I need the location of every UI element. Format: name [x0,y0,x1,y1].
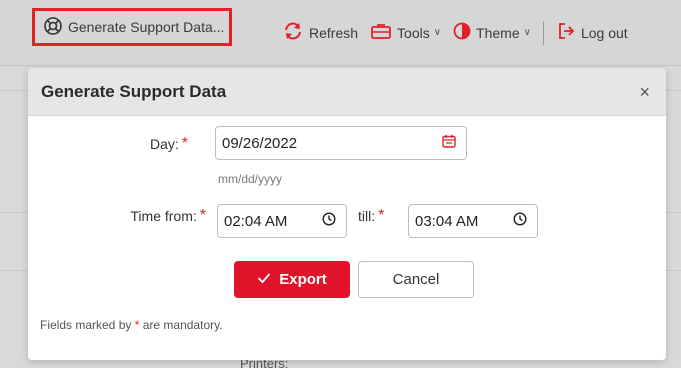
required-mark: * [134,318,140,332]
refresh-label: Refresh [309,24,359,41]
lifebuoy-icon [43,16,68,39]
refresh-icon [282,21,309,44]
export-button[interactable]: Export [234,261,350,298]
refresh-button[interactable]: Refresh [276,16,364,50]
generate-support-data-dialog: Generate Support Data × Day: * 09/26/202… [28,68,666,360]
time-from-value: 02:04 AM [224,212,288,230]
day-label-group: Day: * [28,127,188,161]
logout-icon [556,21,581,44]
footnote-suffix: are mandatory. [142,318,223,332]
time-from-input[interactable]: 02:04 AM [217,204,347,238]
time-from-label: Time from: [130,208,197,224]
dialog-title: Generate Support Data [41,81,227,101]
time-from-label-group: Time from: * [28,206,206,226]
day-date-input[interactable]: 09/26/2022 [215,126,467,160]
toolbox-icon [370,22,397,43]
generate-support-data-button[interactable]: Generate Support Data... [32,8,233,46]
required-mark: * [199,207,206,224]
required-mark: * [378,207,385,224]
till-label: till: [358,208,376,224]
tools-label: Tools [397,24,430,41]
mandatory-fields-note: Fields marked by * are mandatory. [40,318,223,332]
logout-label: Log out [580,24,628,41]
contrast-icon [453,22,476,43]
day-label: Day: [149,136,179,152]
clock-icon[interactable] [513,212,527,230]
chevron-down-icon: ∨ [523,27,531,38]
theme-menu-button[interactable]: Theme ∨ [447,16,537,50]
time-till-input[interactable]: 03:04 AM [408,204,538,238]
dialog-header: Generate Support Data × [28,68,666,116]
day-date-value: 09/26/2022 [222,134,298,152]
cancel-label: Cancel [392,271,440,288]
till-label-group: till: * [358,206,384,226]
required-mark: * [181,135,188,152]
toolbar-divider [542,20,544,45]
checkmark-icon [257,271,271,288]
chevron-down-icon: ∨ [433,27,442,38]
generate-support-data-label: Generate Support Data... [68,19,225,35]
time-till-value: 03:04 AM [415,212,479,230]
calendar-icon[interactable] [442,134,456,152]
top-toolbar: Generate Support Data... Refresh Tools ∨ [0,0,681,66]
cancel-button[interactable]: Cancel [358,261,474,298]
export-label: Export [279,271,327,288]
clock-icon[interactable] [322,212,336,230]
tools-menu-button[interactable]: Tools ∨ [364,16,447,50]
day-format-hint: mm/dd/yyyy [218,172,283,186]
close-icon[interactable]: × [639,83,650,101]
theme-label: Theme [476,24,520,41]
footnote-prefix: Fields marked by [40,318,132,332]
logout-button[interactable]: Log out [550,16,634,50]
